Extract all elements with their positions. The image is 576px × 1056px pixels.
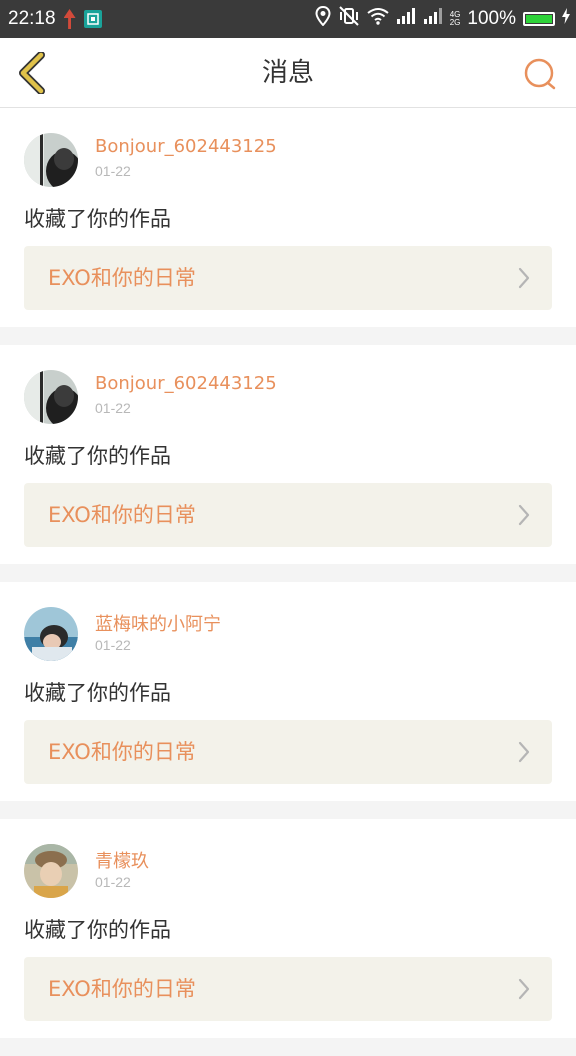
username[interactable]: 蓝梅味的小阿宁	[95, 610, 221, 636]
back-button[interactable]	[10, 50, 54, 96]
search-icon	[524, 58, 556, 90]
network-type-bottom: 2G	[449, 18, 461, 27]
action-text: 收藏了你的作品	[24, 207, 171, 231]
signal-icon-secondary	[423, 7, 443, 31]
action-text: 收藏了你的作品	[24, 444, 171, 468]
wifi-icon	[367, 7, 389, 31]
chevron-left-icon	[19, 52, 45, 94]
charging-icon	[562, 8, 570, 30]
work-link[interactable]: EXO和你的日常	[24, 957, 552, 1021]
action-text: 收藏了你的作品	[24, 681, 171, 705]
vibrate-off-icon	[338, 6, 360, 32]
message-card: 蓝梅味的小阿宁 01-22 收藏了你的作品 EXO和你的日常	[0, 582, 576, 801]
chevron-right-icon	[518, 267, 530, 289]
chevron-right-icon	[518, 978, 530, 1000]
chevron-right-icon	[518, 504, 530, 526]
work-title: EXO和你的日常	[48, 503, 196, 527]
page-title: 消息	[261, 58, 314, 88]
avatar[interactable]	[24, 370, 78, 424]
work-link[interactable]: EXO和你的日常	[24, 720, 552, 784]
work-title: EXO和你的日常	[48, 977, 196, 1001]
message-list: Bonjour_602443125 01-22 收藏了你的作品 EXO和你的日常…	[0, 108, 576, 1056]
nav-header: 消息	[0, 38, 576, 108]
battery-icon	[523, 12, 555, 26]
notification-app-icon	[63, 9, 76, 29]
message-date: 01-22	[95, 874, 131, 890]
search-button[interactable]	[518, 52, 562, 96]
message-date: 01-22	[95, 637, 131, 653]
battery-percent: 100%	[467, 8, 516, 29]
signal-icon	[396, 7, 416, 31]
message-card: Bonjour_602443125 01-22 收藏了你的作品 EXO和你的日常	[0, 345, 576, 564]
action-text: 收藏了你的作品	[24, 918, 171, 942]
location-icon	[315, 5, 331, 32]
message-card: 青檬玖 01-22 收藏了你的作品 EXO和你的日常	[0, 819, 576, 1038]
message-date: 01-22	[95, 163, 131, 179]
message-card: Bonjour_602443125 01-22 收藏了你的作品 EXO和你的日常	[0, 108, 576, 327]
status-time: 22:18	[8, 8, 56, 29]
avatar[interactable]	[24, 133, 78, 187]
network-type: 4G 2G	[450, 11, 461, 27]
avatar[interactable]	[24, 844, 78, 898]
avatar[interactable]	[24, 607, 78, 661]
username[interactable]: 青檬玖	[95, 847, 149, 873]
username[interactable]: Bonjour_602443125	[95, 136, 277, 157]
chevron-right-icon	[518, 741, 530, 763]
message-date: 01-22	[95, 400, 131, 416]
username[interactable]: Bonjour_602443125	[95, 373, 277, 394]
work-title: EXO和你的日常	[48, 740, 196, 764]
work-title: EXO和你的日常	[48, 266, 196, 290]
status-bar: 22:18 4G 2G 100%	[0, 0, 576, 38]
screenshot-icon	[83, 10, 102, 28]
work-link[interactable]: EXO和你的日常	[24, 483, 552, 547]
work-link[interactable]: EXO和你的日常	[24, 246, 552, 310]
